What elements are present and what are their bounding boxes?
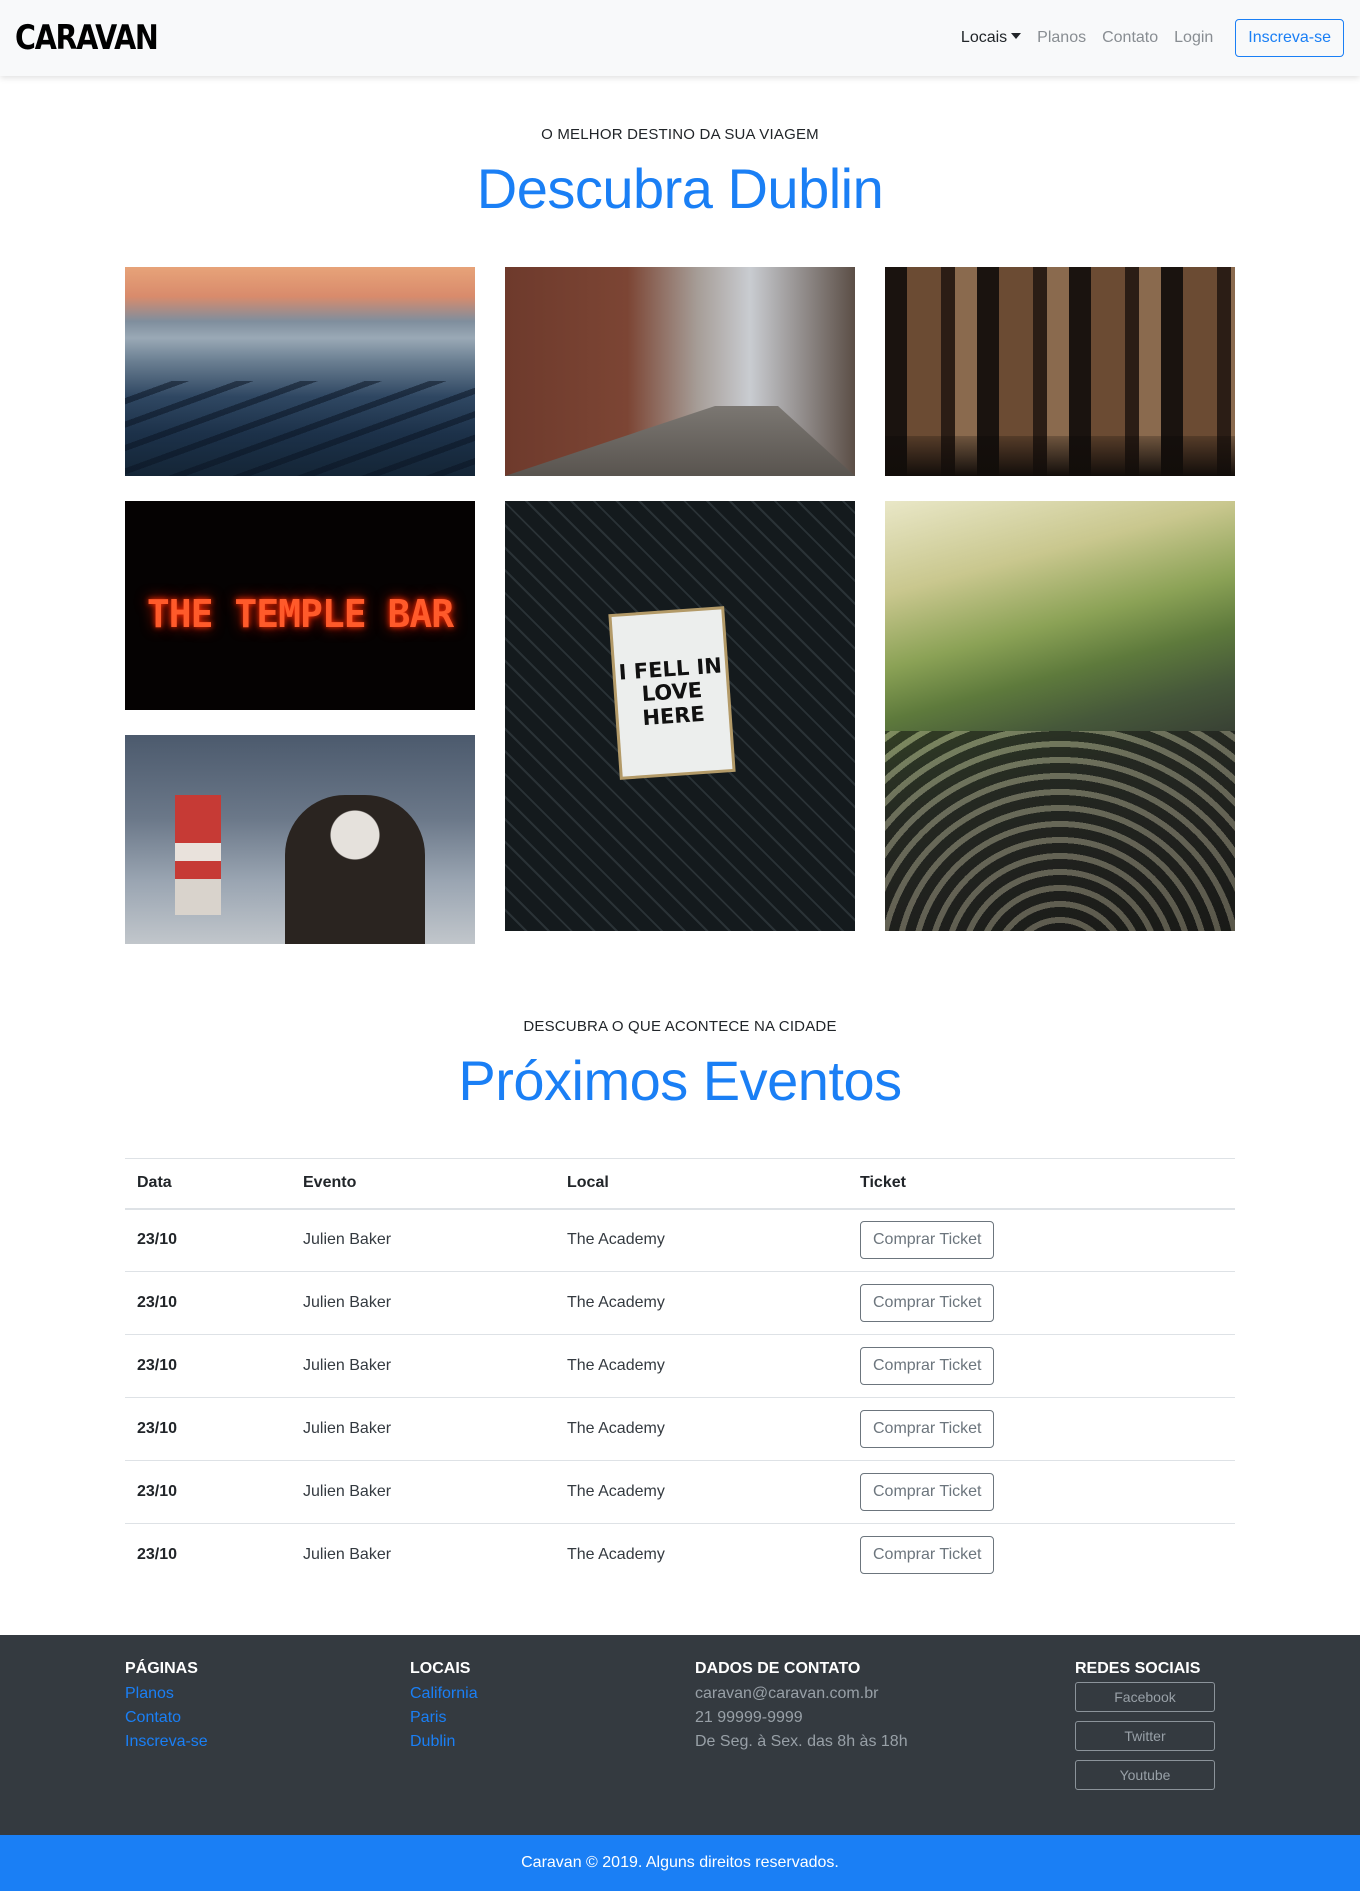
photo-library xyxy=(885,267,1235,476)
event-place: The Academy xyxy=(567,1231,665,1249)
temple-bar-sign: THE TEMPLE BAR xyxy=(146,591,454,636)
footer: Páginas Planos Contato Inscreva-se Locai… xyxy=(0,1635,1360,1835)
photo-coast xyxy=(125,267,475,476)
col-header-evento: Evento xyxy=(303,1174,357,1192)
nav-locais-dropdown[interactable]: Locais xyxy=(960,29,1022,47)
footer-social: Redes Sociais Facebook Twitter Youtube xyxy=(1075,1660,1215,1799)
copyright-bar: Caravan © 2019. Alguns direitos reservad… xyxy=(0,1835,1360,1891)
footer-link-contato[interactable]: Contato xyxy=(125,1706,208,1730)
event-date: 23/10 xyxy=(137,1420,178,1437)
footer-link-dublin[interactable]: Dublin xyxy=(410,1730,478,1754)
youtube-button[interactable]: Youtube xyxy=(1075,1760,1215,1790)
photo-guitarist xyxy=(125,735,475,944)
nav-login[interactable]: Login xyxy=(1174,29,1213,47)
table-row: 23/10 Julien Baker The Academy Comprar T… xyxy=(125,1272,1235,1335)
table-row: 23/10 Julien Baker The Academy Comprar T… xyxy=(125,1524,1235,1587)
contact-hours: De Seg. à Sex. das 8h às 18h xyxy=(695,1733,908,1750)
brand-logo[interactable]: CARAVAN xyxy=(15,18,159,58)
footer-heading-paginas: Páginas xyxy=(125,1660,198,1677)
page-title: Descubra Dublin xyxy=(476,157,884,220)
event-place: The Academy xyxy=(567,1357,665,1374)
footer-heading-social: Redes Sociais xyxy=(1075,1660,1201,1677)
footer-contato: Dados de Contato caravan@caravan.com.br … xyxy=(695,1660,908,1754)
contact-phone: 21 99999-9999 xyxy=(695,1709,803,1726)
event-place: The Academy xyxy=(567,1294,665,1311)
nav-links: Locais Planos Contato Login Inscreva-se xyxy=(945,19,1344,57)
event-name: Julien Baker xyxy=(303,1483,392,1500)
table-row: 23/10 Julien Baker The Academy Comprar T… xyxy=(125,1461,1235,1524)
buy-ticket-button[interactable]: Comprar Ticket xyxy=(860,1410,995,1448)
photo-street xyxy=(505,267,855,476)
event-name: Julien Baker xyxy=(303,1294,392,1311)
event-date: 23/10 xyxy=(137,1546,178,1564)
signup-button[interactable]: Inscreva-se xyxy=(1235,19,1344,57)
event-place: The Academy xyxy=(567,1546,665,1564)
event-date: 23/10 xyxy=(137,1231,178,1249)
buy-ticket-button[interactable]: Comprar Ticket xyxy=(860,1473,995,1511)
footer-link-inscreva-se[interactable]: Inscreva-se xyxy=(125,1730,208,1754)
nav-contato[interactable]: Contato xyxy=(1102,29,1158,47)
events-kicker: DESCUBRA O QUE ACONTECE NA CIDADE xyxy=(523,1018,837,1035)
event-date: 23/10 xyxy=(137,1357,178,1374)
col-header-ticket: Ticket xyxy=(860,1174,906,1192)
col-header-data: Data xyxy=(137,1174,172,1192)
table-row: 23/10 Julien Baker The Academy Comprar T… xyxy=(125,1209,1235,1272)
col-header-local: Local xyxy=(567,1174,609,1192)
buy-ticket-button[interactable]: Comprar Ticket xyxy=(860,1347,995,1385)
footer-heading-contato: Dados de Contato xyxy=(695,1660,861,1677)
table-header-row: Data Evento Local Ticket xyxy=(125,1158,1235,1209)
lighthouse xyxy=(175,795,221,915)
nav-locais-label: Locais xyxy=(960,29,1008,46)
event-name: Julien Baker xyxy=(303,1420,392,1437)
table-row: 23/10 Julien Baker The Academy Comprar T… xyxy=(125,1398,1235,1461)
photo-fell-in-love: I FELL IN LOVE HERE xyxy=(505,501,855,931)
footer-heading-locais: Locais xyxy=(410,1660,471,1677)
footer-link-paris[interactable]: Paris xyxy=(410,1706,478,1730)
event-place: The Academy xyxy=(567,1420,665,1437)
navbar: CARAVAN Locais Planos Contato Login Insc… xyxy=(0,0,1360,76)
facebook-button[interactable]: Facebook xyxy=(1075,1682,1215,1712)
footer-link-planos[interactable]: Planos xyxy=(125,1682,208,1706)
footer-link-california[interactable]: California xyxy=(410,1682,478,1706)
footer-locais: Locais California Paris Dublin xyxy=(410,1660,478,1754)
caret-down-icon xyxy=(1011,33,1022,39)
event-date: 23/10 xyxy=(137,1483,178,1500)
table-row: 23/10 Julien Baker The Academy Comprar T… xyxy=(125,1335,1235,1398)
event-name: Julien Baker xyxy=(303,1231,392,1249)
buy-ticket-button[interactable]: Comprar Ticket xyxy=(860,1221,995,1260)
fell-in-love-sign: I FELL IN LOVE HERE xyxy=(611,609,733,777)
photo-temple-bar: THE TEMPLE BAR xyxy=(125,501,475,710)
contact-email: caravan@caravan.com.br xyxy=(695,1685,879,1702)
events-title: Próximos Eventos xyxy=(458,1049,902,1112)
event-date: 23/10 xyxy=(137,1294,178,1311)
twitter-button[interactable]: Twitter xyxy=(1075,1721,1215,1751)
buy-ticket-button[interactable]: Comprar Ticket xyxy=(860,1284,995,1322)
guitarist xyxy=(285,795,425,944)
event-name: Julien Baker xyxy=(303,1357,392,1374)
event-name: Julien Baker xyxy=(303,1546,392,1564)
hero-kicker: O MELHOR DESTINO DA SUA VIAGEM xyxy=(541,126,819,143)
events-table: Data Evento Local Ticket 23/10 Julien Ba… xyxy=(125,1158,1235,1587)
photo-causeway xyxy=(885,501,1235,931)
event-place: The Academy xyxy=(567,1483,665,1500)
buy-ticket-button[interactable]: Comprar Ticket xyxy=(860,1536,995,1575)
footer-paginas: Páginas Planos Contato Inscreva-se xyxy=(125,1660,208,1754)
nav-planos[interactable]: Planos xyxy=(1037,29,1086,47)
